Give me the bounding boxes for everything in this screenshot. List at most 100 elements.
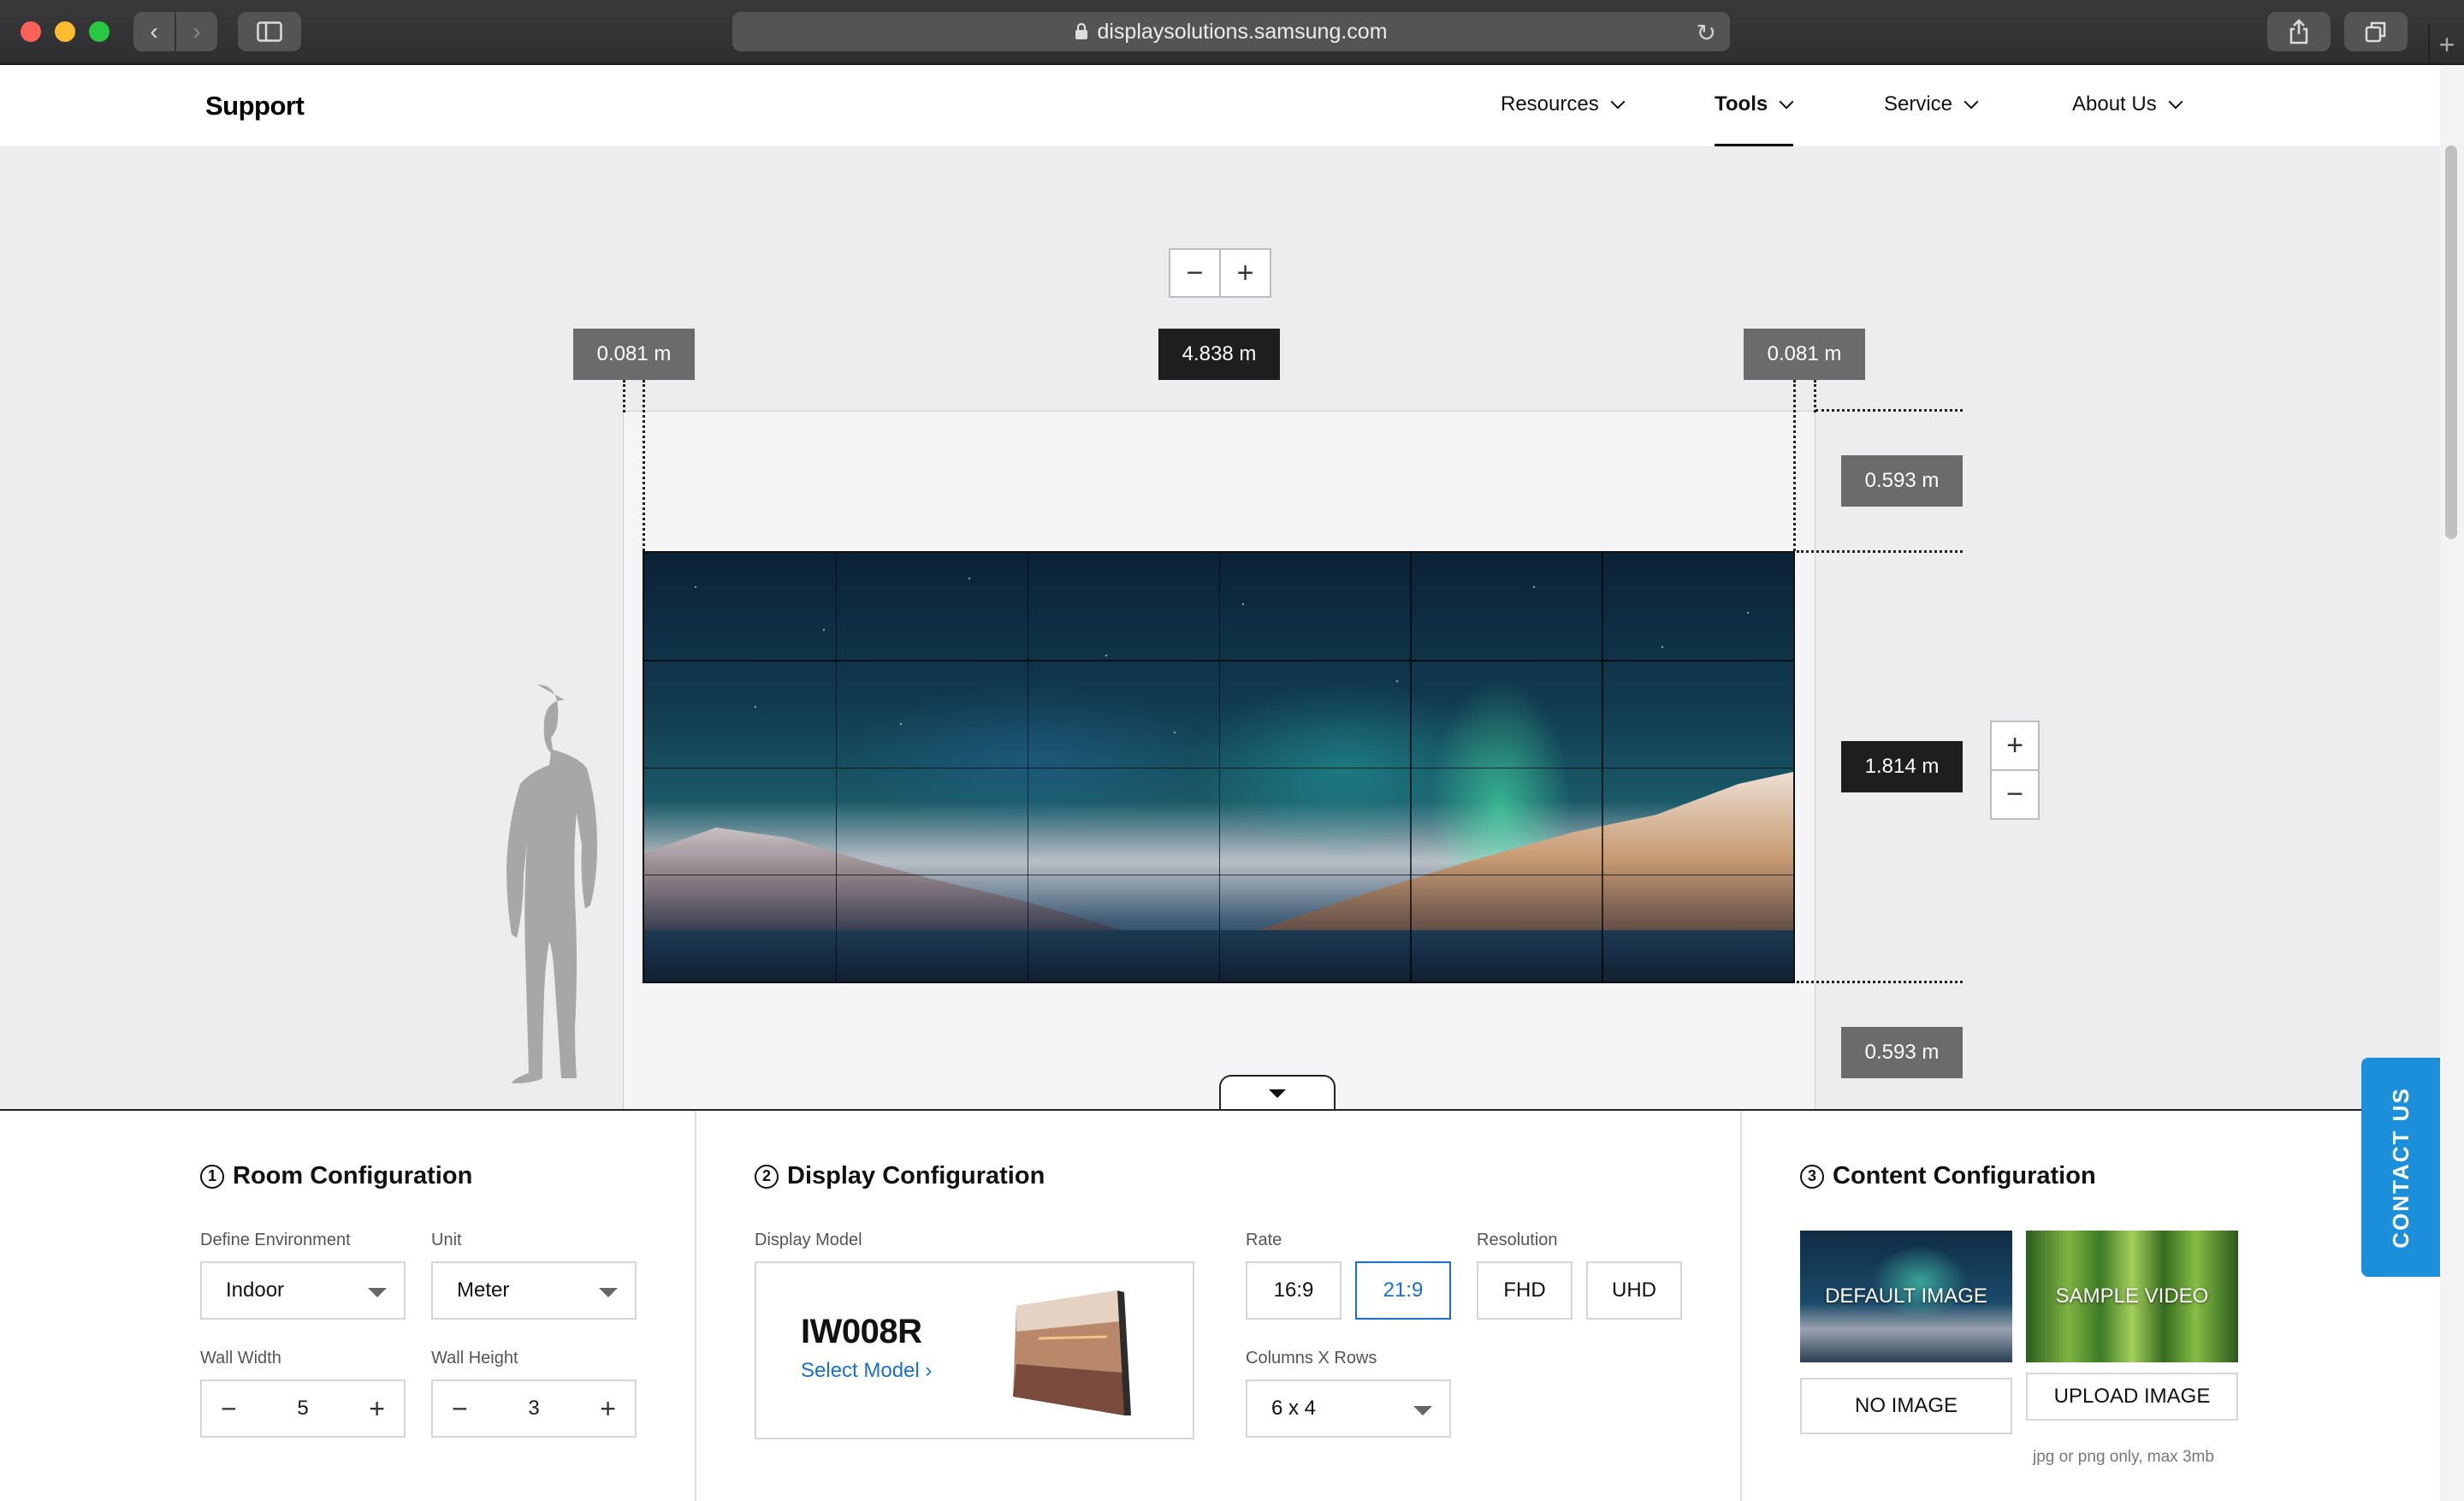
step-number-badge: 1 (200, 1164, 224, 1189)
display-model-card: IW008R Select Model › (755, 1261, 1194, 1439)
share-button[interactable] (2267, 12, 2331, 51)
wall-height-stepper: − 3 + (431, 1379, 637, 1438)
page-scrollbar-thumb[interactable] (2445, 145, 2457, 539)
guide-line (623, 380, 625, 412)
nav-about-us-label: About Us (2072, 92, 2157, 116)
collapse-panel-button[interactable] (1219, 1075, 1336, 1111)
height-decrease-button[interactable]: − (1992, 771, 2038, 818)
nav-service[interactable]: Service (1884, 92, 1979, 116)
nav-tools-label: Tools (1715, 92, 1768, 116)
wall-width-decrease-button[interactable]: − (221, 1393, 237, 1425)
zoom-in-button[interactable]: + (1221, 250, 1270, 296)
wall-width-increase-button[interactable]: + (369, 1393, 385, 1425)
active-nav-indicator (1715, 144, 1793, 146)
tab-overview-button[interactable] (2344, 12, 2408, 51)
bezel-line (644, 660, 1793, 662)
unit-value: Meter (457, 1279, 510, 1302)
zoom-control: − + (1169, 248, 1271, 298)
environment-value: Indoor (226, 1279, 285, 1302)
minimize-window-button[interactable] (55, 21, 75, 42)
zoom-out-button[interactable]: − (1170, 250, 1221, 296)
no-image-button[interactable]: NO IMAGE (1800, 1378, 2012, 1434)
chevron-right-icon: › (925, 1359, 933, 1382)
wall-width-stepper: − 5 + (200, 1379, 406, 1438)
panel-divider (695, 1111, 696, 1501)
address-bar[interactable]: displaysolutions.samsung.com ↻ (732, 12, 1730, 51)
model-name: IW008R (801, 1313, 922, 1350)
environment-select[interactable]: Indoor (200, 1261, 406, 1320)
guide-line (1797, 981, 1963, 983)
rate-16-9-button[interactable]: 16:9 (1246, 1261, 1342, 1320)
upload-image-button[interactable]: UPLOAD IMAGE (2026, 1373, 2238, 1421)
contact-us-button[interactable]: CONTACT US (2361, 1058, 2440, 1277)
configuration-panel: 1 Room Configuration Define Environment … (0, 1109, 2440, 1501)
wall-height-label: Wall Height (431, 1349, 518, 1368)
nav-resources[interactable]: Resources (1501, 92, 1626, 116)
back-button[interactable]: ‹ (133, 12, 175, 51)
content-config-title: 3 Content Configuration (1800, 1162, 2096, 1190)
guide-line (1793, 380, 1796, 551)
sidebar-icon (257, 21, 282, 42)
wall-height-value[interactable]: 3 (528, 1397, 539, 1421)
nav-tools[interactable]: Tools (1715, 92, 1794, 116)
default-image-tile[interactable]: DEFAULT IMAGE (1800, 1231, 2012, 1362)
height-increase-button[interactable]: + (1992, 722, 2038, 771)
grid-label: Columns X Rows (1246, 1349, 1377, 1368)
top-gap-measure: 0.593 m (1841, 455, 1963, 507)
chevron-down-icon (1964, 94, 1979, 110)
display-width-measure: 4.838 m (1158, 329, 1280, 380)
select-model-text: Select Model (801, 1359, 920, 1382)
step-number-badge: 2 (755, 1164, 779, 1189)
height-control: + − (1990, 721, 2040, 820)
panel-divider (1740, 1111, 1742, 1501)
room-config-title: 1 Room Configuration (200, 1162, 472, 1190)
maximize-window-button[interactable] (89, 21, 110, 42)
rate-21-9-button[interactable]: 21:9 (1355, 1261, 1451, 1320)
model-thumbnail (1013, 1290, 1131, 1415)
room-config-title-text: Room Configuration (233, 1162, 473, 1190)
wall-height-decrease-button[interactable]: − (452, 1393, 468, 1425)
unit-select[interactable]: Meter (431, 1261, 637, 1320)
nav-resources-label: Resources (1501, 92, 1599, 116)
guide-line (1814, 380, 1816, 412)
wall-height-increase-button[interactable]: + (600, 1393, 616, 1425)
grid-select[interactable]: 6 x 4 (1246, 1379, 1451, 1438)
display-config-title-text: Display Configuration (787, 1162, 1045, 1190)
forward-button[interactable]: › (176, 12, 217, 51)
dropdown-caret-icon (368, 1288, 387, 1297)
new-tab-button[interactable]: + (2428, 24, 2464, 65)
resolution-label: Resolution (1477, 1231, 1558, 1249)
resolution-uhd-button[interactable]: UHD (1586, 1261, 1682, 1320)
content-config-title-text: Content Configuration (1833, 1162, 2096, 1190)
unit-label: Unit (431, 1231, 462, 1249)
dropdown-caret-icon (1413, 1406, 1432, 1415)
lock-icon (1075, 23, 1088, 39)
wall-width-value[interactable]: 5 (297, 1397, 308, 1421)
sidebar-toggle-button[interactable] (238, 12, 301, 51)
wall-width-label: Wall Width (200, 1349, 281, 1368)
left-margin-measure: 0.081 m (573, 329, 695, 380)
bezel-line (644, 874, 1793, 876)
share-icon (2289, 19, 2308, 44)
site-header: Support Resources Tools Service About Us (0, 65, 2440, 147)
sample-video-tile[interactable]: SAMPLE VIDEO (2026, 1231, 2238, 1362)
rate-label: Rate (1246, 1231, 1282, 1249)
resolution-fhd-button[interactable]: FHD (1477, 1261, 1573, 1320)
dropdown-caret-icon (599, 1288, 618, 1297)
chevron-left-icon: ‹ (150, 18, 158, 44)
brand-logo[interactable]: Support (205, 91, 305, 122)
display-height-measure: 1.814 m (1841, 741, 1963, 792)
tabs-icon (2365, 21, 2386, 43)
nav-about-us[interactable]: About Us (2072, 92, 2183, 116)
plus-icon: + (2438, 28, 2455, 60)
guide-line (643, 380, 645, 551)
close-window-button[interactable] (21, 21, 41, 42)
chevron-right-icon: › (192, 18, 201, 44)
select-model-link[interactable]: Select Model › (801, 1359, 932, 1383)
upload-hint: jpg or png only, max 3mb (2033, 1448, 2214, 1466)
display-model-label: Display Model (755, 1231, 862, 1249)
videowall-preview (643, 551, 1795, 983)
bottom-gap-measure: 0.593 m (1841, 1027, 1963, 1078)
reload-icon[interactable]: ↻ (1697, 19, 1716, 47)
guide-line (1797, 550, 1963, 553)
